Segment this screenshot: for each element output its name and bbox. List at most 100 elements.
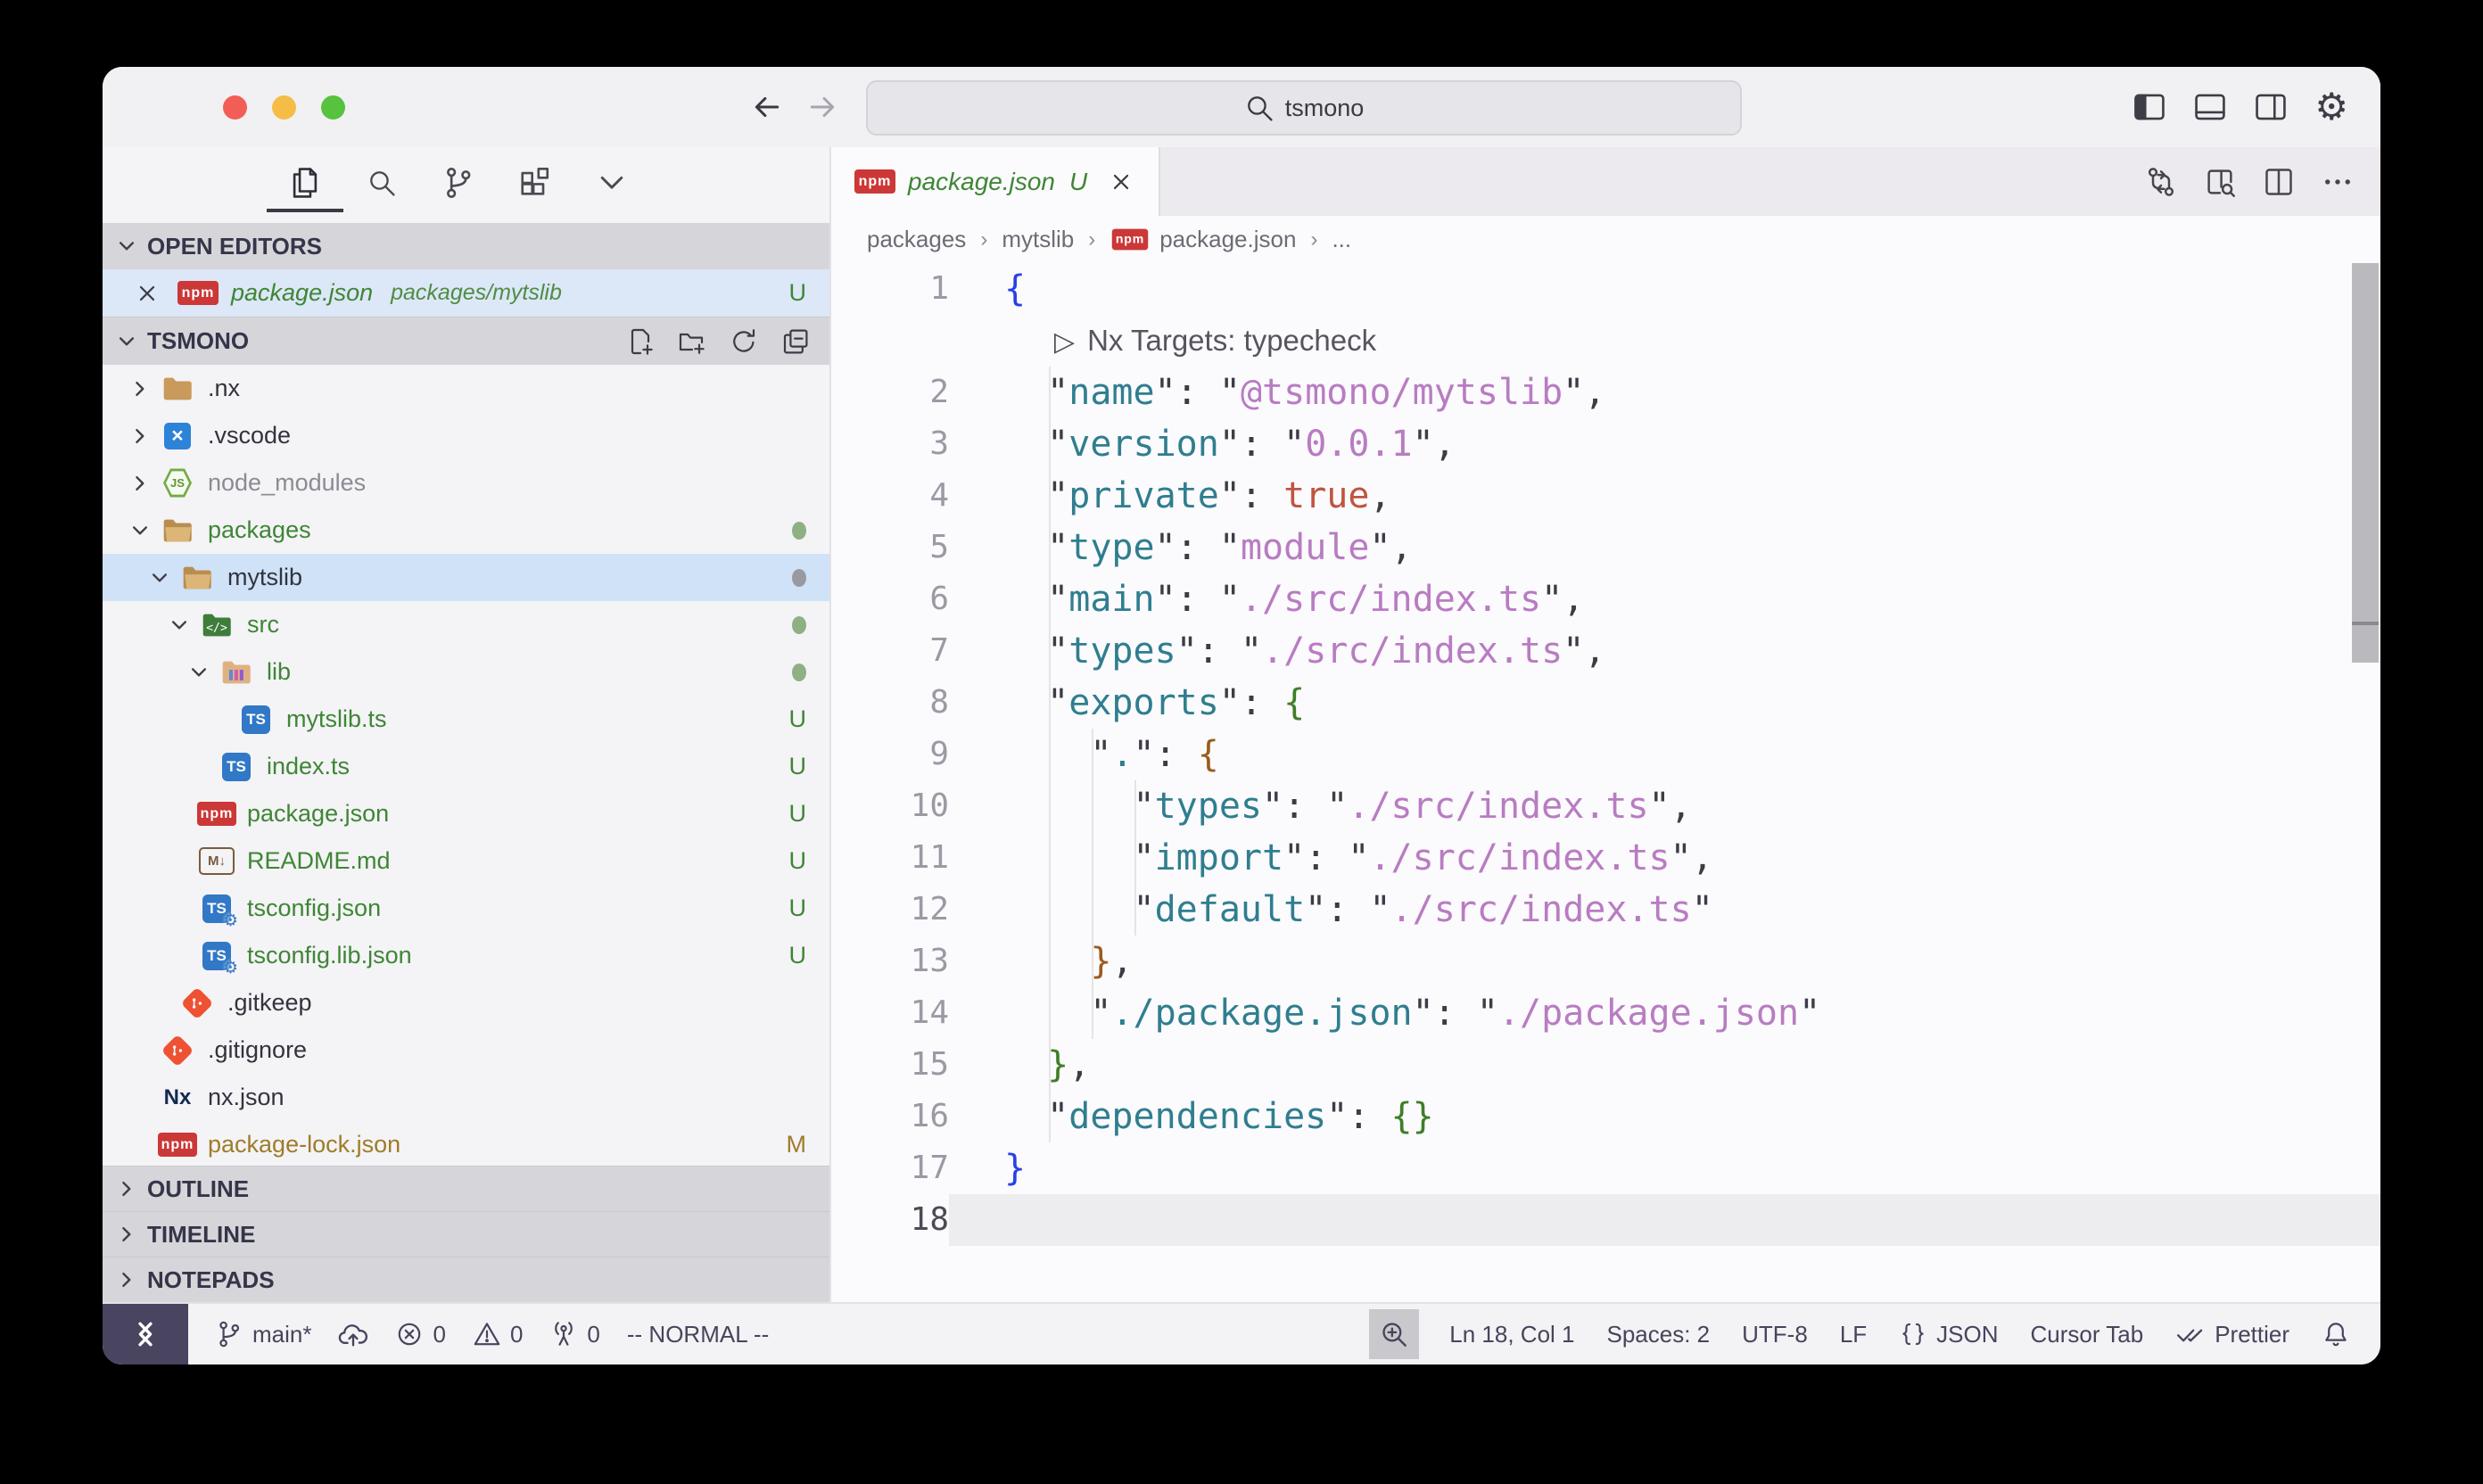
code-line-17[interactable]: 17} <box>831 1142 2380 1194</box>
tree-item-mytslib[interactable]: mytslib <box>103 554 829 601</box>
tree-item-package.json[interactable]: npmpackage.jsonU <box>103 790 829 837</box>
tree-item-tsconfig.json[interactable]: TS⚙tsconfig.jsonU <box>103 885 829 932</box>
section-header-outline[interactable]: OUTLINE <box>103 1166 829 1211</box>
forward-button[interactable] <box>807 92 837 122</box>
back-button[interactable] <box>752 92 782 122</box>
new-folder-button[interactable] <box>678 327 706 356</box>
tree-item-package-lock.json[interactable]: npmpackage-lock.jsonM <box>103 1121 829 1166</box>
tree-item-README.md[interactable]: M↓README.mdU <box>103 837 829 885</box>
settings-gear-icon[interactable]: ⚙ <box>2314 88 2348 126</box>
code-line-8[interactable]: 8 "exports": { <box>831 677 2380 729</box>
status-sync-changes[interactable] <box>338 1319 368 1349</box>
tree-item-nx.json[interactable]: Nxnx.json <box>103 1074 829 1121</box>
code-line-16[interactable]: 16 "dependencies": {} <box>831 1091 2380 1142</box>
status-cursor-tab[interactable]: Cursor Tab <box>2031 1321 2144 1348</box>
code-line-11[interactable]: 11 "import": "./src/index.ts", <box>831 832 2380 884</box>
status-indentation[interactable]: Spaces: 2 <box>1607 1321 1711 1348</box>
activity-tab-extensions[interactable] <box>518 159 552 212</box>
toggle-primary-sidebar-button[interactable] <box>2132 90 2166 124</box>
status-git-branch[interactable]: main* <box>215 1320 311 1348</box>
status-formatter[interactable]: Prettier <box>2175 1319 2289 1349</box>
tree-item-.gitignore[interactable]: .gitignore <box>103 1026 829 1074</box>
activity-tab-more-views[interactable] <box>595 159 629 212</box>
refresh-button[interactable] <box>730 327 758 356</box>
close-editor-icon[interactable] <box>135 281 160 306</box>
split-editor-button[interactable] <box>2263 166 2295 198</box>
git-status-badge: U <box>789 942 807 969</box>
editor-scrollbar[interactable] <box>2352 263 2379 663</box>
codelens-nx-targets[interactable]: ▷Nx Targets: typecheck <box>831 315 2380 367</box>
git-status-badge: U <box>789 800 807 828</box>
code-line-1[interactable]: 1{ <box>831 263 2380 315</box>
nodejs-icon: JS <box>158 468 197 499</box>
code-line-5[interactable]: 5 "type": "module", <box>831 522 2380 573</box>
code-line-13[interactable]: 13 }, <box>831 936 2380 987</box>
modified-dot-badge <box>792 569 806 587</box>
activity-tab-source-control[interactable] <box>441 159 475 212</box>
toggle-secondary-sidebar-button[interactable] <box>2254 90 2288 124</box>
code-line-3[interactable]: 3 "version": "0.0.1", <box>831 418 2380 470</box>
more-actions-button[interactable] <box>2322 166 2354 198</box>
status-encoding[interactable]: UTF-8 <box>1742 1321 1808 1348</box>
breadcrumb-separator: › <box>980 227 987 252</box>
status-error-count[interactable]: 0 <box>395 1320 445 1348</box>
run-target-icon[interactable]: ▷ <box>1054 326 1075 358</box>
tree-item-node_modules[interactable]: JSnode_modules <box>103 459 829 507</box>
section-header-notepads[interactable]: NOTEPADS <box>103 1257 829 1302</box>
open-editors-header[interactable]: OPEN EDITORS <box>103 223 829 269</box>
vscode-icon: × <box>158 423 197 449</box>
tree-item-src[interactable]: </>src <box>103 601 829 648</box>
code-line-9[interactable]: 9 ".": { <box>831 729 2380 780</box>
code-line-2[interactable]: 2 "name": "@tsmono/mytslib", <box>831 367 2380 418</box>
code-line-7[interactable]: 7 "types": "./src/index.ts", <box>831 625 2380 677</box>
status-notifications[interactable] <box>2322 1320 2350 1348</box>
status-cursor-position[interactable]: Ln 18, Col 1 <box>1449 1321 1574 1348</box>
code-line-15[interactable]: 15 }, <box>831 1039 2380 1091</box>
breadcrumb-item--[interactable]: ... <box>1332 226 1351 253</box>
code-line-4[interactable]: 4 "private": true, <box>831 470 2380 522</box>
git-icon <box>158 1039 197 1062</box>
chevron-right-icon <box>122 425 158 448</box>
code-line-6[interactable]: 6 "main": "./src/index.ts", <box>831 573 2380 625</box>
tree-item-.gitkeep[interactable]: .gitkeep <box>103 979 829 1026</box>
code-line-10[interactable]: 10 "types": "./src/index.ts", <box>831 780 2380 832</box>
compare-changes-button[interactable] <box>2145 166 2177 198</box>
tree-item-index.ts[interactable]: TSindex.tsU <box>103 743 829 790</box>
tree-item-mytslib.ts[interactable]: TSmytslib.tsU <box>103 696 829 743</box>
status-eol[interactable]: LF <box>1840 1321 1867 1348</box>
breadcrumb-item-mytslib[interactable]: mytslib <box>1002 226 1074 253</box>
minimize-window-button[interactable] <box>272 95 296 120</box>
code-editor[interactable]: 1{▷Nx Targets: typecheck2 "name": "@tsmo… <box>831 263 2380 1302</box>
code-line-18[interactable]: 18 <box>831 1194 2380 1246</box>
collapse-all-button[interactable] <box>781 327 810 356</box>
close-tab-icon[interactable] <box>1109 169 1134 194</box>
tree-item-.nx[interactable]: .nx <box>103 365 829 412</box>
status-language-mode[interactable]: JSON <box>1899 1320 1998 1348</box>
activity-tab-explorer[interactable] <box>288 159 322 212</box>
status-remote-indicator[interactable] <box>103 1304 188 1364</box>
new-file-button[interactable] <box>626 327 655 356</box>
status-vim-mode[interactable]: -- NORMAL -- <box>627 1321 769 1348</box>
tree-item-tsconfig.lib.json[interactable]: TS⚙tsconfig.lib.jsonU <box>103 932 829 979</box>
code-line-12[interactable]: 12 "default": "./src/index.ts" <box>831 884 2380 936</box>
status-ports[interactable]: 0 <box>549 1320 599 1348</box>
search-icon <box>367 168 397 202</box>
tree-item-lib[interactable]: lib <box>103 648 829 696</box>
status-warning-count[interactable]: 0 <box>473 1320 523 1348</box>
explorer-section-header[interactable]: TSMONO <box>103 317 829 365</box>
section-header-timeline[interactable]: TIMELINE <box>103 1211 829 1257</box>
code-line-14[interactable]: 14 "./package.json": "./package.json" <box>831 987 2380 1039</box>
status-zoom-indicator[interactable] <box>1369 1309 1419 1359</box>
open-editor-item[interactable]: npm package.json packages/mytslib U <box>103 269 829 317</box>
tab-package-json[interactable]: npm package.json U <box>831 147 1160 216</box>
activity-tab-search[interactable] <box>365 159 399 212</box>
toggle-panel-button[interactable] <box>2193 90 2227 124</box>
tree-item-.vscode[interactable]: ×.vscode <box>103 412 829 459</box>
breadcrumb-item-packages[interactable]: packages <box>867 226 966 253</box>
breadcrumb-item-package-json[interactable]: npmpackage.json <box>1110 226 1296 253</box>
tree-item-packages[interactable]: packages <box>103 507 829 554</box>
open-preview-button[interactable] <box>2204 166 2236 198</box>
close-window-button[interactable] <box>223 95 247 120</box>
maximize-window-button[interactable] <box>321 95 345 120</box>
command-center-search[interactable]: tsmono <box>866 80 1742 136</box>
